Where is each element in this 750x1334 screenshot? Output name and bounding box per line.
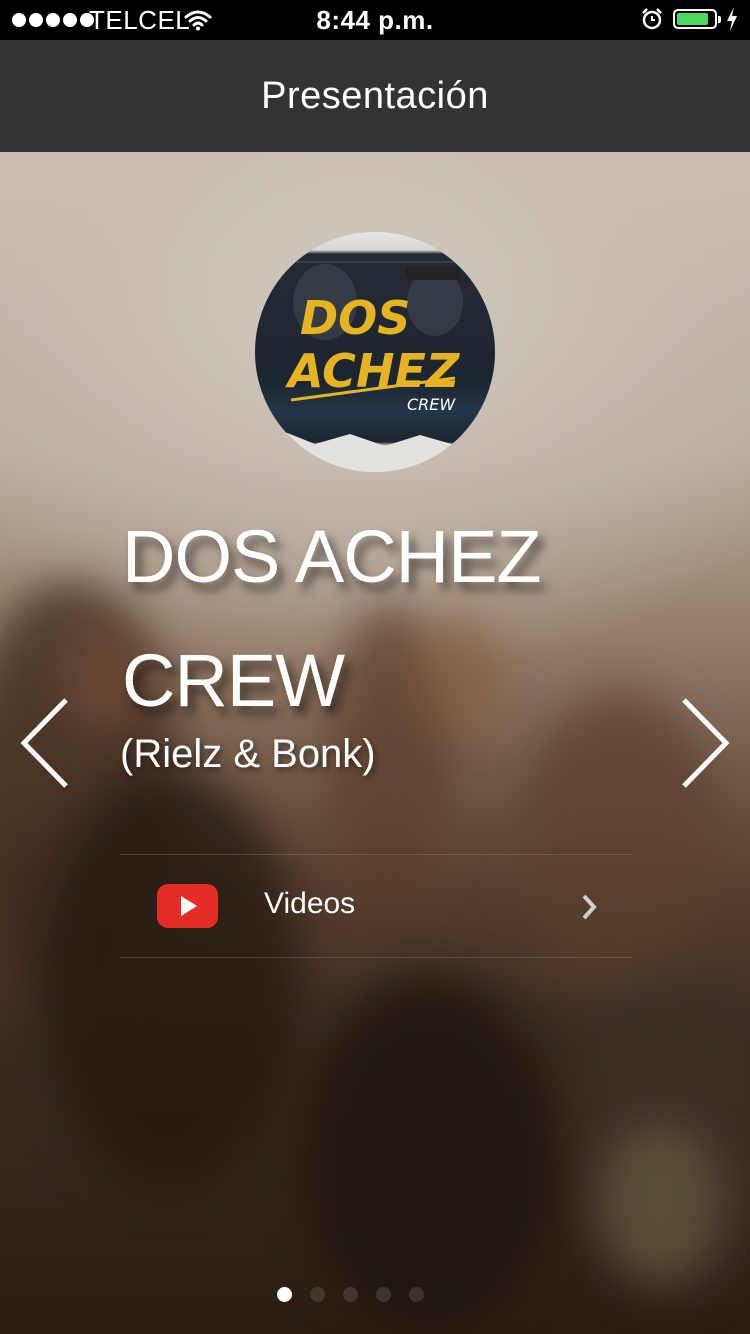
status-time: 8:44 p.m. bbox=[316, 5, 434, 35]
page-title: Presentación bbox=[261, 75, 489, 117]
status-bar: TELCEL 8:44 p.m. bbox=[0, 0, 750, 40]
crew-title-line-1: DOS ACHEZ bbox=[122, 515, 542, 598]
alarm-icon bbox=[640, 7, 664, 38]
divider-bottom bbox=[120, 957, 632, 958]
chevron-right-icon bbox=[580, 893, 600, 926]
page-dot[interactable] bbox=[376, 1287, 391, 1302]
logo-text-crew: CREW bbox=[407, 395, 456, 414]
nav-bar: Presentación bbox=[0, 40, 750, 152]
page-dot[interactable] bbox=[409, 1287, 424, 1302]
previous-button[interactable] bbox=[18, 697, 70, 794]
logo-text-dos: DOS bbox=[300, 291, 410, 345]
crew-title-line-2: CREW bbox=[122, 639, 345, 722]
menu-item-videos[interactable]: Videos bbox=[120, 855, 632, 957]
charging-bolt-icon bbox=[725, 6, 739, 39]
crew-avatar: DOS ACHEZ CREW bbox=[255, 232, 495, 472]
page-indicator bbox=[277, 1287, 424, 1302]
page-dot[interactable] bbox=[343, 1287, 358, 1302]
battery-icon bbox=[673, 9, 721, 29]
youtube-icon bbox=[157, 884, 218, 928]
crew-members: (Rielz & Bonk) bbox=[120, 732, 376, 776]
next-button[interactable] bbox=[680, 697, 732, 794]
page-dot[interactable] bbox=[310, 1287, 325, 1302]
chevron-left-icon bbox=[20, 698, 68, 788]
menu-item-label: Videos bbox=[264, 887, 356, 920]
chevron-right-icon bbox=[682, 698, 730, 788]
page-dot[interactable] bbox=[277, 1287, 292, 1302]
crew-title: DOS ACHEZ CREW bbox=[122, 495, 682, 743]
